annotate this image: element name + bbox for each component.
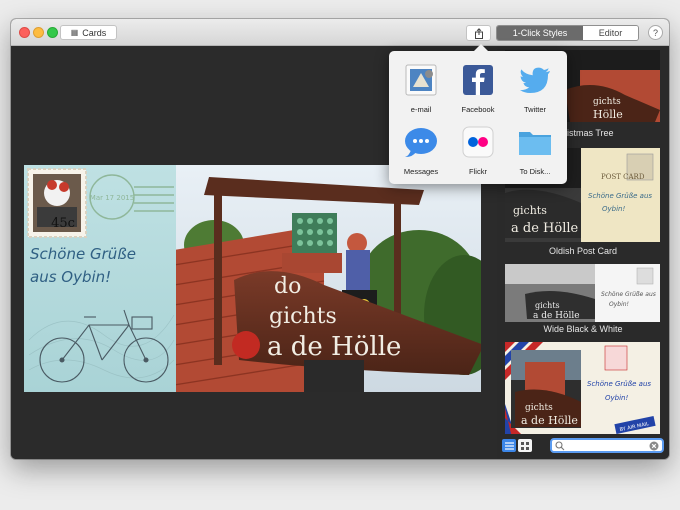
bw-text-1: Schöne Grüße aus [601,291,656,298]
share-email-label: e-mail [410,105,432,114]
share-messages-label: Messages [403,167,439,176]
messages-bubble-icon [403,124,439,160]
share-flickr-label: Flickr [469,167,487,176]
search-icon [555,440,565,450]
svg-text:a de Hölle: a de Hölle [533,311,580,321]
flickr-icon [460,124,496,160]
greeting-line-1: Schöne Grüße [30,245,136,263]
cards-button-label: Cards [82,27,107,38]
minimize-window-button[interactable] [33,27,44,38]
tab-editor[interactable]: Editor [583,26,638,40]
share-flickr[interactable]: Flickr [449,124,507,176]
svg-text:a de Hölle: a de Hölle [511,221,579,236]
greeting-line-2: aus Oybin! [30,268,111,286]
app-window: ▦ Cards 1-Click Styles Editor ? do gicht… [11,19,669,459]
style-label-oldish-post-card: Oldish Post Card [548,246,618,256]
style-thumb-airmail[interactable]: gichts a de Hölle Schöne Grüße aus Oybin… [505,342,660,434]
sign-line-3: a de Hölle [267,332,401,362]
stamp-value: 45c [51,216,75,231]
share-to-disk-label: To Disk... [519,167,551,176]
share-facebook-label: Facebook [461,105,495,114]
share-email[interactable]: e-mail [392,62,450,114]
share-twitter[interactable]: Twitter [506,62,564,114]
facebook-icon [460,62,496,98]
cards-button[interactable]: ▦ Cards [60,25,117,40]
style-thumb-wide-black-white[interactable]: gichts a de Hölle Schöne Grüße aus Oybin… [505,264,660,322]
grid-icon [521,441,529,450]
sign-line-1: do [274,274,301,299]
svg-text:Hölle: Hölle [593,108,623,121]
mode-tabs: 1-Click Styles Editor [496,25,639,41]
grid-view-button[interactable] [518,439,532,452]
list-icon [504,441,514,450]
stamp: 45c [27,168,87,238]
search-input[interactable] [565,440,649,451]
svg-text:gichts: gichts [525,403,553,413]
clear-search-icon[interactable] [649,441,659,451]
help-button[interactable]: ? [648,25,663,40]
tab-1-click-styles[interactable]: 1-Click Styles [497,26,583,40]
share-to-disk[interactable]: To Disk... [506,124,564,176]
airmail-text-1: Schöne Grüße aus [587,380,651,388]
style-label-wide-black-white: Wide Black & White [543,324,623,334]
svg-text:gichts: gichts [535,301,560,310]
share-button[interactable] [466,25,491,41]
main-card-preview[interactable]: do gichts a de Hölle 45c Mar 17 2015 Sch… [24,165,481,392]
airmail-text-2: Oybin! [605,394,628,402]
postcard-text-1: Schöne Grüße aus [588,192,652,200]
zoom-window-button[interactable] [47,27,58,38]
postmark-text: Mar 17 2015 [90,194,134,202]
share-icon [474,27,483,39]
svg-text:gichts: gichts [593,97,621,107]
share-popover: e-mail Facebook Twitter Messages Flickr … [389,44,567,184]
twitter-bird-icon [517,62,553,98]
folder-icon [517,124,553,160]
close-window-button[interactable] [19,27,30,38]
share-twitter-label: Twitter [523,105,547,114]
share-facebook[interactable]: Facebook [449,62,507,114]
sign-line-2: gichts [269,304,337,329]
svg-text:a de Hölle: a de Hölle [521,414,578,427]
postcard-text-2: Oybin! [602,205,625,213]
svg-text:gichts: gichts [513,204,547,217]
list-view-button[interactable] [502,439,516,452]
search-field[interactable] [550,438,664,453]
bw-text-2: Oybin! [609,301,629,308]
email-stamp-icon [403,62,439,98]
grid-icon: ▦ [70,28,79,37]
share-messages[interactable]: Messages [392,124,450,176]
postcard-title: POST CARD [601,173,645,181]
title-bar: ▦ Cards 1-Click Styles Editor ? [11,19,669,46]
